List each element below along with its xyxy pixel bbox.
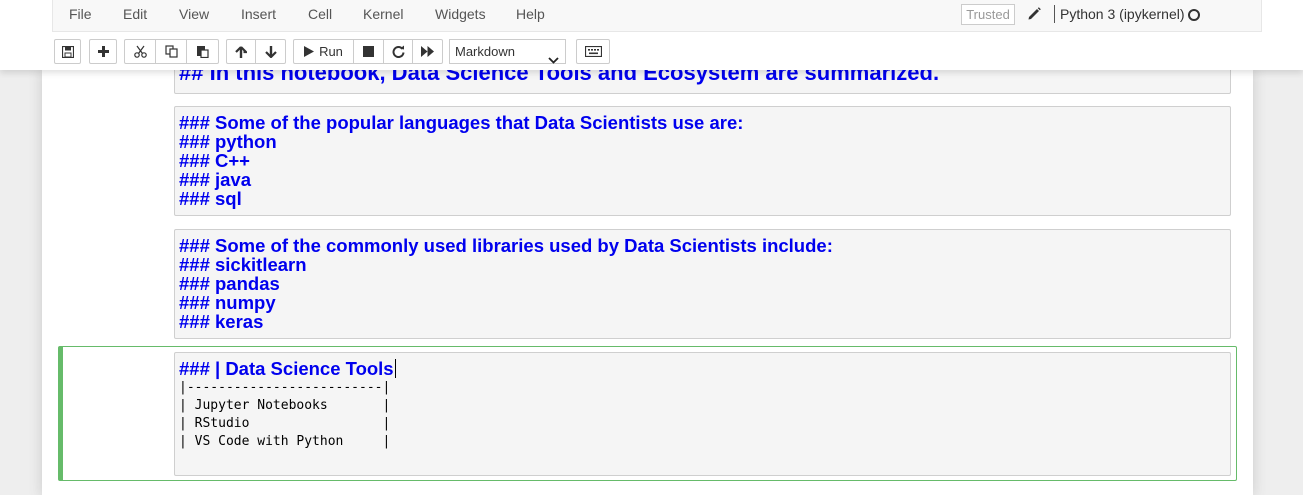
play-icon	[304, 46, 315, 57]
paste-icon	[196, 45, 209, 58]
stop-icon	[363, 46, 374, 57]
code-line: | Jupyter Notebooks |	[179, 398, 391, 413]
cut-button[interactable]	[124, 39, 156, 64]
notebook-header: File Edit View Insert Cell Kernel Widget…	[0, 0, 1303, 70]
cut-icon	[133, 45, 147, 58]
menu-cell[interactable]: Cell	[308, 6, 332, 22]
save-button[interactable]	[54, 39, 81, 64]
menu-kernel[interactable]: Kernel	[363, 6, 403, 22]
code-block: |-------------------------| | Jupyter No…	[179, 379, 1230, 451]
insert-cell-button[interactable]	[89, 39, 117, 64]
run-label: Run	[319, 44, 343, 59]
chevron-down-icon	[548, 48, 559, 71]
run-button[interactable]: Run	[293, 39, 354, 64]
cell-text-line: ### python	[179, 131, 277, 152]
code-line: | RStudio |	[179, 416, 391, 431]
cell-type-select[interactable]: Markdown	[449, 39, 566, 64]
circle-outline-icon	[1188, 9, 1200, 21]
arrow-down-icon	[264, 45, 277, 58]
fast-forward-icon	[421, 46, 434, 57]
menu-edit[interactable]: Edit	[123, 6, 147, 22]
arrow-up-icon	[235, 45, 247, 58]
command-palette-button[interactable]	[576, 39, 610, 64]
move-down-button[interactable]	[255, 39, 286, 64]
trusted-indicator[interactable]: Trusted	[961, 4, 1015, 25]
kernel-separator	[1054, 5, 1055, 23]
cell-text-line: ### Some of the popular languages that D…	[179, 112, 744, 133]
cell-text-line: ### sickitlearn	[179, 254, 307, 275]
markdown-cell[interactable]: ### Some of the popular languages that D…	[174, 106, 1231, 216]
menu-view[interactable]: View	[179, 6, 209, 22]
save-icon	[61, 45, 74, 58]
cell-text-line: ### Some of the commonly used libraries …	[179, 235, 833, 256]
markdown-editor[interactable]: ### | Data Science Tools |--------------…	[174, 352, 1231, 476]
menu-insert[interactable]: Insert	[241, 6, 276, 22]
plus-icon	[97, 46, 109, 57]
restart-run-all-button[interactable]	[412, 39, 443, 64]
keyboard-icon	[584, 46, 602, 57]
cell-text-line: ### keras	[179, 311, 264, 332]
text-cursor	[394, 359, 396, 378]
cell-type-value: Markdown	[455, 44, 515, 59]
kernel-name[interactable]: Python 3 (ipykernel)	[1060, 6, 1185, 22]
copy-button[interactable]	[155, 39, 187, 64]
cell-text-line: ### java	[179, 169, 252, 190]
cell-text-line: ### pandas	[179, 273, 280, 294]
cell-heading-line: ### | Data Science Tools	[179, 359, 1230, 378]
code-line: |-------------------------|	[179, 380, 391, 395]
copy-icon	[164, 45, 178, 58]
move-up-button[interactable]	[226, 39, 256, 64]
markdown-cell[interactable]: ### Some of the commonly used libraries …	[174, 229, 1231, 339]
cell-heading-text: ### | Data Science Tools	[179, 358, 394, 379]
paste-button[interactable]	[186, 39, 219, 64]
pencil-icon[interactable]	[1027, 5, 1041, 21]
interrupt-button[interactable]	[353, 39, 384, 64]
cell-text-line: ### numpy	[179, 292, 276, 313]
cell-text-line: ### sql	[179, 188, 242, 209]
code-line: | VS Code with Python |	[179, 434, 391, 449]
restart-button[interactable]	[383, 39, 413, 64]
restart-icon	[392, 45, 405, 58]
cell-text-line: ### C++	[179, 150, 250, 171]
menu-widgets[interactable]: Widgets	[435, 6, 486, 22]
menu-file[interactable]: File	[69, 6, 92, 22]
menu-help[interactable]: Help	[516, 6, 545, 22]
